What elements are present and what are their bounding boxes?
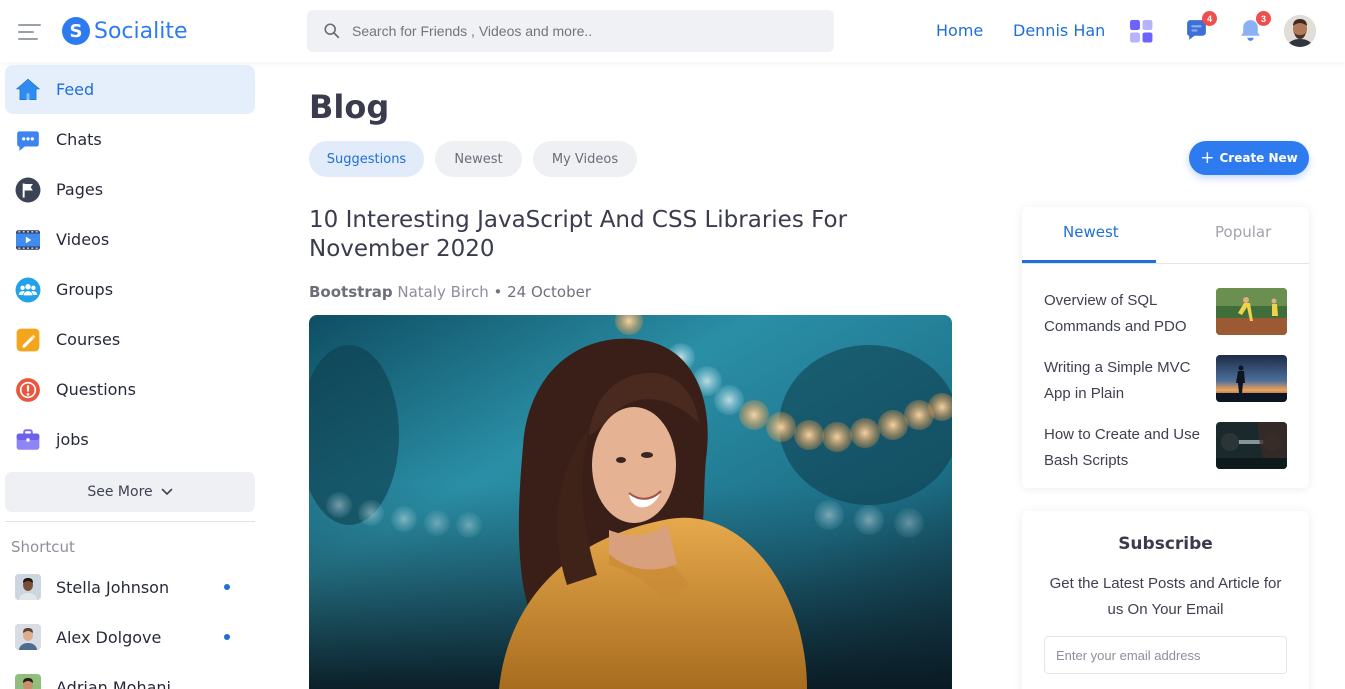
page-title: Blog [309, 88, 390, 126]
tab-newest[interactable]: Newest [435, 141, 522, 177]
see-more-button[interactable]: See More [5, 472, 255, 512]
chevron-down-icon [161, 488, 172, 496]
sidebar-divider [5, 521, 255, 522]
courses-icon [15, 327, 41, 353]
brand-name: Socialite [94, 18, 188, 44]
sidebar-item-pages[interactable]: Pages [5, 165, 255, 214]
contact-item[interactable]: Stella Johnson [15, 572, 240, 602]
post-meta: Bootstrap Nataly Birch • 24 October [309, 283, 591, 301]
sidebar-item-videos[interactable]: Videos [5, 215, 255, 264]
subscribe-card: Subscribe Get the Latest Posts and Artic… [1022, 511, 1309, 689]
sidebar-item-label: Courses [56, 330, 121, 349]
groups-icon [15, 277, 41, 303]
sidebar: Feed Chats Pages Videos Groups Courses Q… [0, 62, 260, 689]
post-date: • 24 October [493, 283, 592, 301]
article-thumbnail[interactable] [1216, 422, 1287, 469]
menu-icon[interactable] [18, 24, 41, 40]
shortcut-heading: Shortcut [11, 538, 75, 556]
avatar [15, 624, 41, 650]
chat-icon [15, 127, 41, 153]
sidebar-item-feed[interactable]: Feed [5, 65, 255, 114]
contact-item[interactable]: Adrian Mohani [15, 672, 240, 689]
brand-logo[interactable]: S Socialite [62, 17, 188, 45]
create-new-button[interactable]: + Create New [1189, 141, 1309, 175]
tab-my-videos[interactable]: My Videos [533, 141, 637, 177]
flag-icon [15, 177, 41, 203]
sidebar-item-questions[interactable]: Questions [5, 365, 255, 414]
avatar [15, 574, 41, 600]
active-tab-indicator [1022, 260, 1156, 263]
user-avatar[interactable] [1284, 15, 1316, 47]
notifications-icon[interactable]: 3 [1238, 11, 1271, 44]
article-thumbnail[interactable] [1216, 288, 1287, 335]
sidebar-item-label: Videos [56, 230, 110, 249]
search-input[interactable] [352, 23, 802, 39]
avatar [15, 674, 41, 689]
article-item[interactable]: How to Create and Use Bash Scripts [1044, 422, 1287, 474]
briefcase-icon [15, 427, 41, 453]
article-item[interactable]: Overview of SQL Commands and PDO [1044, 288, 1287, 340]
tab-suggestions[interactable]: Suggestions [309, 141, 424, 177]
article-title[interactable]: Overview of SQL Commands and PDO [1044, 288, 1206, 340]
post-image[interactable] [309, 315, 952, 689]
tab-articles-popular[interactable]: Popular [1215, 223, 1271, 241]
home-icon [15, 77, 41, 103]
question-icon [15, 377, 41, 403]
video-icon [15, 227, 41, 253]
create-new-label: Create New [1219, 151, 1298, 165]
top-header: S Socialite Home Dennis Han 4 3 [0, 0, 1345, 62]
post-category[interactable]: Bootstrap [309, 283, 393, 301]
subscribe-text: Get the Latest Posts and Article for us … [1049, 575, 1282, 618]
sidebar-item-label: Questions [56, 380, 136, 399]
sidebar-item-label: Feed [56, 80, 95, 99]
notifications-badge: 3 [1256, 11, 1271, 26]
article-item[interactable]: Writing a Simple MVC App in Plain [1044, 355, 1287, 407]
home-link[interactable]: Home [936, 21, 983, 40]
plus-icon: + [1200, 148, 1215, 168]
profile-name-link[interactable]: Dennis Han [1013, 21, 1105, 40]
search-icon [324, 23, 340, 39]
messages-badge: 4 [1202, 11, 1217, 26]
contact-name: Stella Johnson [56, 577, 170, 597]
article-title[interactable]: How to Create and Use Bash Scripts [1044, 422, 1206, 474]
contact-name: Adrian Mohani [56, 677, 171, 689]
sidebar-item-chats[interactable]: Chats [5, 115, 255, 164]
post-author[interactable]: Nataly Birch [397, 283, 488, 301]
sidebar-item-label: jobs [56, 430, 89, 449]
search-bar[interactable] [307, 10, 834, 52]
sidebar-item-label: Pages [56, 180, 104, 199]
email-field[interactable] [1044, 636, 1287, 674]
article-thumbnail[interactable] [1216, 355, 1287, 402]
articles-card: Newest Popular Overview of SQL Commands … [1022, 207, 1309, 488]
see-more-label: See More [87, 484, 153, 500]
sidebar-item-label: Chats [56, 130, 102, 149]
tab-articles-newest[interactable]: Newest [1063, 223, 1119, 241]
sidebar-item-courses[interactable]: Courses [5, 315, 255, 364]
online-indicator [224, 634, 230, 640]
messages-icon[interactable]: 4 [1184, 11, 1217, 44]
apps-grid-icon[interactable] [1129, 19, 1154, 44]
subscribe-title: Subscribe [1118, 534, 1213, 554]
contact-name: Alex Dolgove [56, 627, 162, 647]
article-title[interactable]: Writing a Simple MVC App in Plain [1044, 355, 1206, 407]
contact-item[interactable]: Alex Dolgove [15, 622, 240, 652]
sidebar-item-label: Groups [56, 280, 114, 299]
post-title[interactable]: 10 Interesting JavaScript And CSS Librar… [309, 206, 969, 264]
sidebar-item-jobs[interactable]: jobs [5, 415, 255, 464]
articles-tabs: Newest Popular [1022, 207, 1309, 264]
logo-mark: S [62, 17, 90, 45]
online-indicator [224, 584, 230, 590]
sidebar-item-groups[interactable]: Groups [5, 265, 255, 314]
